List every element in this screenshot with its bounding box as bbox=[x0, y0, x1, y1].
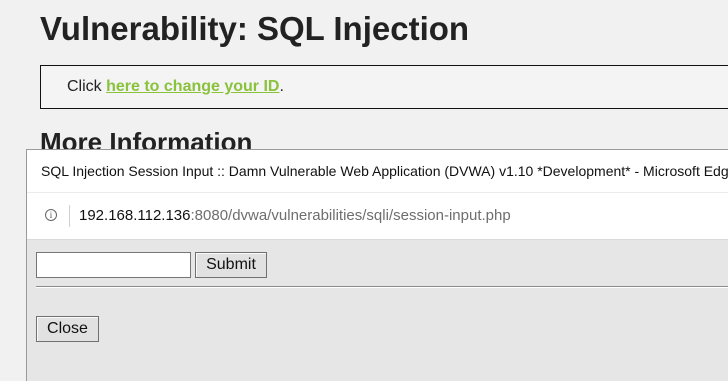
popup-address-bar: i 192.168.112.136:8080/dvwa/vulnerabilit… bbox=[27, 192, 728, 240]
submit-button[interactable]: Submit bbox=[195, 252, 267, 278]
popup-window-title: SQL Injection Session Input :: Damn Vuln… bbox=[27, 150, 728, 192]
change-id-suffix: . bbox=[279, 78, 284, 95]
horizontal-divider bbox=[36, 286, 728, 288]
change-id-link[interactable]: here to change your ID bbox=[106, 78, 279, 95]
popup-url: 192.168.112.136:8080/dvwa/vulnerabilitie… bbox=[79, 206, 511, 226]
change-id-box: Click here to change your ID. bbox=[40, 65, 728, 109]
url-path: :8080/dvwa/vulnerabilities/sqli/session-… bbox=[190, 207, 511, 224]
change-id-prefix: Click bbox=[67, 78, 107, 95]
page-title: Vulnerability: SQL Injection bbox=[40, 10, 470, 47]
close-button[interactable]: Close bbox=[36, 316, 99, 342]
address-bar-divider bbox=[69, 205, 70, 227]
session-input-popup-window: SQL Injection Session Input :: Damn Vuln… bbox=[26, 149, 728, 381]
dvwa-page: Vulnerability: SQL Injection Click here … bbox=[0, 0, 728, 381]
session-id-input[interactable] bbox=[36, 252, 191, 278]
info-icon[interactable]: i bbox=[45, 209, 57, 221]
url-host: 192.168.112.136 bbox=[79, 207, 191, 224]
